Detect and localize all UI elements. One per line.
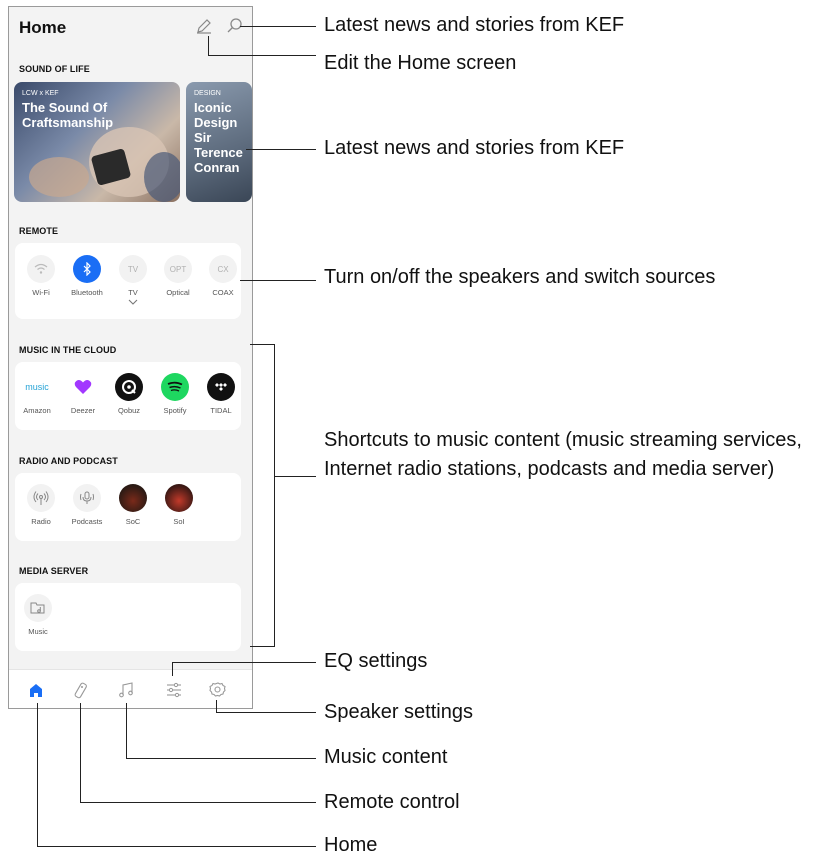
phone-screen: Home SOUND OF LIFE LCW x KEF The Sound O… [8, 6, 253, 709]
annotation-speaker-settings: Speaker settings [324, 701, 473, 723]
spotify-icon [161, 373, 189, 401]
callout-line [172, 662, 316, 663]
music-cloud-panel: music Amazon Deezer Qobuz Spotify TIDAL [15, 362, 241, 430]
annotation-music-content: Music content [324, 746, 448, 768]
music-folder-icon [24, 594, 52, 622]
podcasts-shortcut[interactable]: Podcasts [67, 484, 107, 526]
page-title: Home [19, 18, 67, 37]
section-media-server: MEDIA SERVER [19, 566, 89, 576]
callout-line [208, 36, 209, 56]
tv-icon: TV [119, 255, 147, 283]
annotation-remote: Turn on/off the speakers and switch sour… [324, 266, 716, 288]
annotation-remote-control: Remote control [324, 791, 460, 813]
story-card[interactable]: DESIGN Iconic Design Sir Terence Conran [186, 82, 252, 202]
service-spotify[interactable]: Spotify [155, 373, 195, 415]
item-label: TIDAL [210, 406, 232, 415]
annotation-eq: EQ settings [324, 650, 428, 672]
service-deezer[interactable]: Deezer [63, 373, 103, 415]
callout-line [126, 758, 316, 759]
callout-line [216, 700, 217, 713]
remote-bluetooth[interactable]: Bluetooth [67, 255, 107, 297]
card-title: Iconic Design Sir Terence Conran [194, 100, 243, 175]
callout-line [37, 846, 316, 847]
soc-cover-icon [119, 484, 147, 512]
item-label: Qobuz [117, 406, 141, 415]
remote-tv[interactable]: TV TV [113, 255, 153, 305]
radio-icon [27, 484, 55, 512]
soi-cover-icon [165, 484, 193, 512]
section-remote: REMOTE [19, 226, 59, 236]
qobuz-icon [115, 373, 143, 401]
callout-line [80, 802, 316, 803]
callout-line [240, 26, 316, 27]
annotation-latest-news-cards: Latest news and stories from KEF [324, 137, 625, 159]
callout-line [240, 280, 316, 281]
service-tidal[interactable]: TIDAL [201, 373, 241, 415]
optical-icon: OPT [164, 255, 192, 283]
service-qobuz[interactable]: Qobuz [109, 373, 149, 415]
item-label: Deezer [70, 406, 96, 415]
callout-line [216, 712, 316, 713]
deezer-heart-icon [69, 373, 97, 401]
item-label: Optical [166, 288, 190, 297]
soc-shortcut[interactable]: SoC [113, 484, 153, 526]
bluetooth-icon [73, 255, 101, 283]
service-amazon[interactable]: music Amazon [17, 373, 57, 415]
podcast-icon [73, 484, 101, 512]
wifi-icon [27, 255, 55, 283]
callout-line [274, 344, 275, 647]
tidal-icon [207, 373, 235, 401]
card-title: The Sound Of Craftsmanship [22, 100, 114, 130]
media-server-panel: Music [15, 583, 241, 651]
card-tag: LCW x KEF [22, 90, 59, 97]
gear-icon[interactable] [208, 680, 228, 700]
coax-icon: CX [209, 255, 237, 283]
card-tag: DESIGN [194, 90, 221, 97]
annotation-shortcuts: Shortcuts to music content (music stream… [324, 429, 802, 480]
remote-panel: Wi-Fi Bluetooth TV TV OPT Optical CX COA… [15, 243, 241, 319]
section-radio-podcast: RADIO AND PODCAST [19, 456, 118, 466]
radio-shortcut[interactable]: Radio [21, 484, 61, 526]
callout-line [274, 476, 316, 477]
eq-sliders-icon[interactable] [164, 680, 184, 700]
callout-line [208, 55, 316, 56]
radio-podcast-panel: Radio Podcasts SoC SoI [15, 473, 241, 541]
item-label: Amazon [23, 406, 51, 415]
item-label: COAX [212, 288, 234, 297]
home-icon[interactable] [26, 680, 46, 700]
section-sound-of-life: SOUND OF LIFE [19, 64, 90, 74]
remote-wifi[interactable]: Wi-Fi [21, 255, 61, 297]
item-label: TV [128, 288, 138, 297]
item-label: Wi-Fi [32, 288, 50, 297]
item-label: SoI [173, 517, 185, 526]
story-card[interactable]: LCW x KEF The Sound Of Craftsmanship [14, 82, 180, 202]
callout-line [172, 662, 173, 676]
annotation-home: Home [324, 834, 378, 856]
amazon-music-icon: music [23, 373, 51, 401]
callout-line [250, 344, 275, 345]
item-label: Bluetooth [71, 288, 103, 297]
item-label: SoC [125, 517, 141, 526]
item-label: Music [28, 627, 48, 636]
remote-control-icon[interactable] [71, 680, 91, 700]
callout-line [37, 703, 38, 847]
section-music-cloud: MUSIC IN THE CLOUD [19, 345, 117, 355]
soi-shortcut[interactable]: SoI [159, 484, 199, 526]
item-label: Radio [31, 517, 51, 526]
music-folder-shortcut[interactable]: Music [18, 594, 58, 636]
annotation-edit-home: Edit the Home screen [324, 52, 517, 74]
music-note-icon[interactable] [116, 680, 136, 700]
callout-line [80, 703, 81, 803]
annotation-latest-news: Latest news and stories from KEF [324, 14, 625, 36]
remote-optical[interactable]: OPT Optical [158, 255, 198, 297]
remote-coax[interactable]: CX COAX [203, 255, 243, 297]
pencil-icon[interactable] [194, 16, 214, 36]
item-label: Podcasts [71, 517, 103, 526]
item-label: Spotify [163, 406, 187, 415]
callout-line [246, 149, 316, 150]
callout-line [126, 703, 127, 759]
callout-line [250, 646, 275, 647]
chevron-down-icon[interactable] [128, 299, 138, 305]
